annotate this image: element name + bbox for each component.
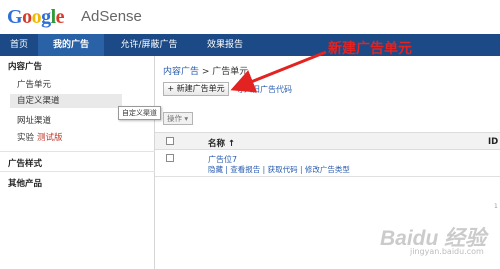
watermark-url: jingyan.baidu.com (410, 247, 484, 256)
id-cell-fragment: 1 (494, 203, 498, 210)
